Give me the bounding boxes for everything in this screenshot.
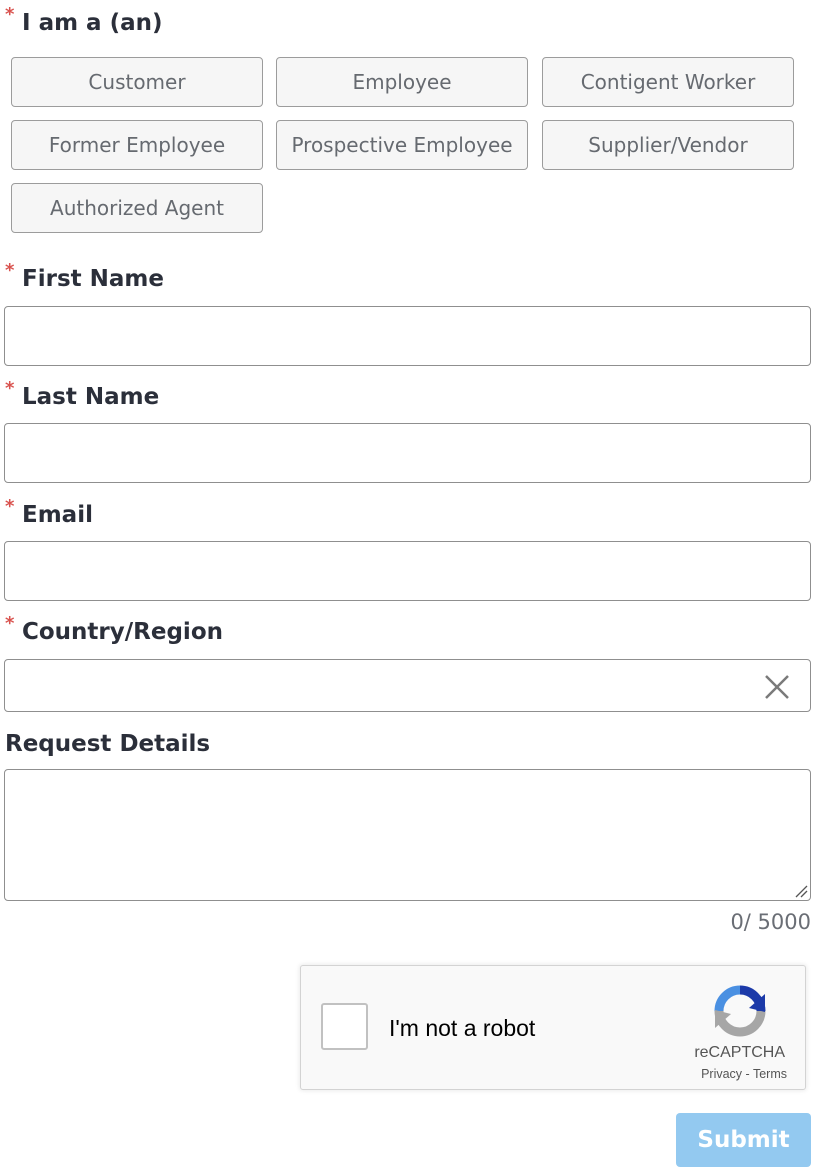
- role-option-authorized-agent[interactable]: Authorized Agent: [11, 183, 263, 233]
- first-name-input[interactable]: [4, 306, 811, 366]
- link-separator: -: [745, 1067, 750, 1081]
- role-option-supplier-vendor[interactable]: Supplier/Vendor: [542, 120, 794, 170]
- last-name-input[interactable]: [4, 423, 811, 483]
- terms-link[interactable]: Terms: [753, 1067, 787, 1081]
- character-counter: 0/ 5000: [730, 910, 811, 934]
- close-icon[interactable]: [764, 674, 790, 700]
- request-details-label: Request Details: [5, 731, 211, 757]
- request-details-textarea[interactable]: [4, 769, 811, 901]
- role-option-customer[interactable]: Customer: [11, 57, 263, 107]
- role-option-former-employee[interactable]: Former Employee: [11, 120, 263, 170]
- privacy-link[interactable]: Privacy: [701, 1067, 742, 1081]
- role-option-contingent-worker[interactable]: Contigent Worker: [542, 57, 794, 107]
- required-marker: *: [5, 378, 15, 399]
- required-marker: *: [5, 4, 15, 25]
- email-label: * Email: [5, 496, 93, 528]
- recaptcha-checkbox[interactable]: [321, 1003, 368, 1050]
- recaptcha-label: I'm not a robot: [389, 1015, 536, 1041]
- recaptcha-brand: reCAPTCHA: [694, 1044, 785, 1061]
- recaptcha-widget: I'm not a robot reCAPTCHA Privacy - Term…: [300, 965, 806, 1090]
- resize-handle-icon[interactable]: [794, 884, 808, 898]
- email-input[interactable]: [4, 541, 811, 601]
- role-option-employee[interactable]: Employee: [276, 57, 528, 107]
- required-marker: *: [5, 613, 15, 634]
- recaptcha-links: Privacy - Terms: [701, 1067, 787, 1081]
- role-label: * I am a (an): [5, 4, 163, 36]
- required-marker: *: [5, 496, 15, 517]
- submit-button[interactable]: Submit: [676, 1113, 811, 1167]
- recaptcha-logo-icon: [714, 985, 766, 1037]
- last-name-label: * Last Name: [5, 378, 160, 410]
- role-option-prospective-employee[interactable]: Prospective Employee: [276, 120, 528, 170]
- first-name-label: * First Name: [5, 260, 164, 292]
- country-select[interactable]: [4, 659, 811, 712]
- country-label: * Country/Region: [5, 613, 223, 645]
- required-marker: *: [5, 260, 15, 281]
